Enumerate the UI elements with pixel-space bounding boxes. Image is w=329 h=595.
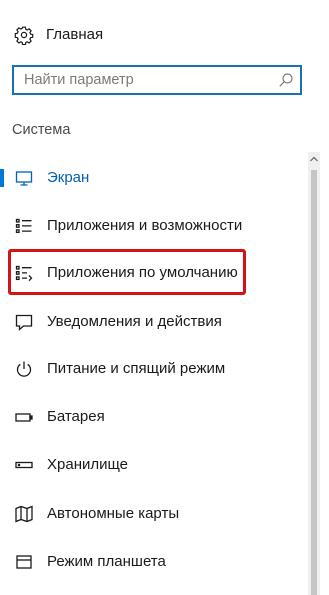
battery-icon xyxy=(14,407,34,427)
nav-item-label: Уведомления и действия xyxy=(47,313,222,330)
nav-item-storage[interactable]: Хранилище xyxy=(0,445,300,485)
search-input[interactable] xyxy=(24,70,274,90)
nav-item-battery[interactable]: Батарея xyxy=(0,397,300,437)
storage-icon xyxy=(14,455,34,475)
tablet-icon xyxy=(14,552,34,572)
search-icon[interactable] xyxy=(278,72,294,88)
monitor-icon xyxy=(14,168,34,188)
highlight-frame xyxy=(8,249,246,295)
home-label: Главная xyxy=(46,26,104,43)
active-indicator xyxy=(0,169,4,187)
section-title: Система xyxy=(12,122,71,138)
map-icon xyxy=(14,504,34,524)
settings-sidebar: Главная Система Экран xyxy=(0,0,329,595)
apps-list-icon xyxy=(14,216,34,236)
nav-item-notifications[interactable]: Уведомления и действия xyxy=(0,302,300,342)
gear-icon xyxy=(14,25,34,45)
scroll-up-arrow-icon[interactable] xyxy=(310,155,318,163)
nav-item-power-sleep[interactable]: Питание и спящий режим xyxy=(0,349,300,389)
nav-item-label: Автономные карты xyxy=(47,505,180,522)
search-box[interactable] xyxy=(12,65,302,95)
nav-item-label: Режим планшета xyxy=(47,553,166,570)
home-link[interactable]: Главная xyxy=(0,22,300,48)
scrollbar[interactable] xyxy=(308,152,320,595)
nav-item-tablet-mode[interactable]: Режим планшета xyxy=(0,542,300,582)
notification-icon xyxy=(14,312,34,332)
nav-item-offline-maps[interactable]: Автономные карты xyxy=(0,494,300,534)
nav-item-label: Экран xyxy=(47,169,90,186)
nav-item-label: Питание и спящий режим xyxy=(47,360,226,377)
scrollbar-thumb[interactable] xyxy=(311,170,317,595)
power-icon xyxy=(14,359,34,379)
nav-item-label: Хранилище xyxy=(47,456,128,473)
nav-item-label: Приложения и возможности xyxy=(47,217,243,234)
nav-item-label: Батарея xyxy=(47,408,105,425)
nav-item-display[interactable]: Экран xyxy=(0,158,300,198)
nav-item-apps-features[interactable]: Приложения и возможности xyxy=(0,206,300,246)
